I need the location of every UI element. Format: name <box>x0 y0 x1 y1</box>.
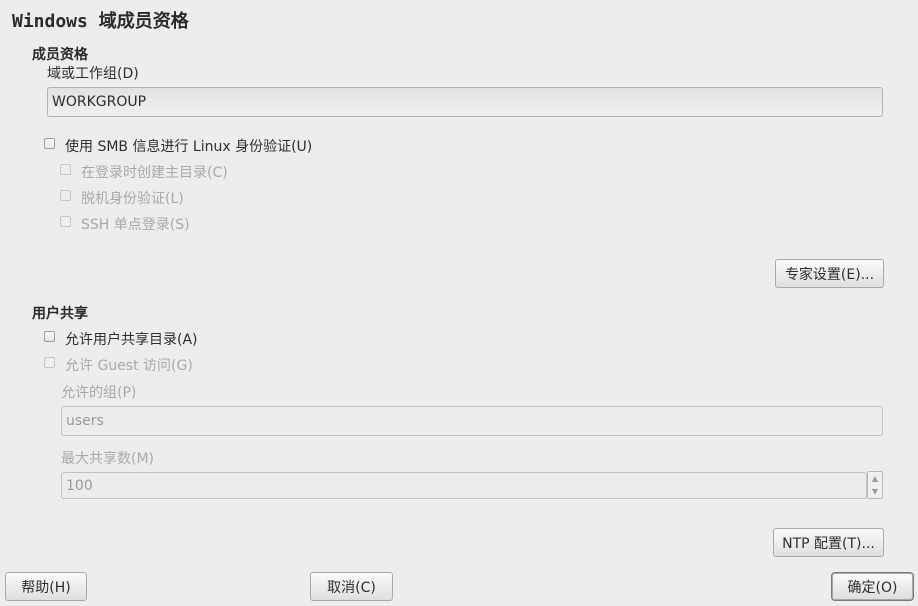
help-button[interactable]: 帮助(H) <box>5 572 87 601</box>
cancel-button[interactable]: 取消(C) <box>310 572 393 601</box>
create-home-dir-label: 在登录时创建主目录(C) <box>81 165 228 181</box>
allowed-group-value: users <box>66 413 104 429</box>
domain-input-value: WORKGROUP <box>52 94 147 110</box>
ssh-sso-label: SSH 单点登录(S) <box>81 217 190 233</box>
create-home-dir-checkbox[interactable] <box>60 164 71 175</box>
max-shares-value: 100 <box>66 477 93 494</box>
expert-settings-button[interactable]: 专家设置(E)... <box>775 259 884 288</box>
use-smb-auth-label[interactable]: 使用 SMB 信息进行 Linux 身份验证(U) <box>65 136 312 156</box>
ssh-sso-checkbox[interactable] <box>60 216 71 227</box>
offline-auth-label: 脱机身份验证(L) <box>81 191 184 207</box>
offline-auth-checkbox[interactable] <box>60 190 71 201</box>
ok-button[interactable]: 确定(O) <box>832 573 913 600</box>
allow-guest-label: 允许 Guest 访问(G) <box>65 358 193 374</box>
window-title: Windows 域成员资格 <box>12 11 189 32</box>
sharing-heading: 用户共享 <box>32 306 88 322</box>
allow-guest-checkbox[interactable] <box>44 357 55 368</box>
allowed-group-label: 允许的组(P) <box>61 385 137 401</box>
spin-up-icon[interactable]: ▲ <box>872 474 878 483</box>
membership-heading: 成员资格 <box>32 47 88 63</box>
allow-user-shares-label[interactable]: 允许用户共享目录(A) <box>65 329 198 349</box>
max-shares-input[interactable]: 100 <box>61 472 867 499</box>
use-smb-auth-checkbox[interactable] <box>44 138 55 149</box>
max-shares-spinner[interactable]: ▲ ▼ <box>867 471 883 499</box>
allowed-group-input[interactable]: users <box>61 406 883 436</box>
ntp-config-button[interactable]: NTP 配置(T)... <box>773 528 884 557</box>
domain-label: 域或工作组(D) <box>47 66 139 82</box>
allow-user-shares-checkbox[interactable] <box>44 331 55 342</box>
max-shares-label: 最大共享数(M) <box>61 451 155 467</box>
domain-input[interactable]: WORKGROUP <box>47 87 883 117</box>
spin-down-icon[interactable]: ▼ <box>872 487 878 496</box>
